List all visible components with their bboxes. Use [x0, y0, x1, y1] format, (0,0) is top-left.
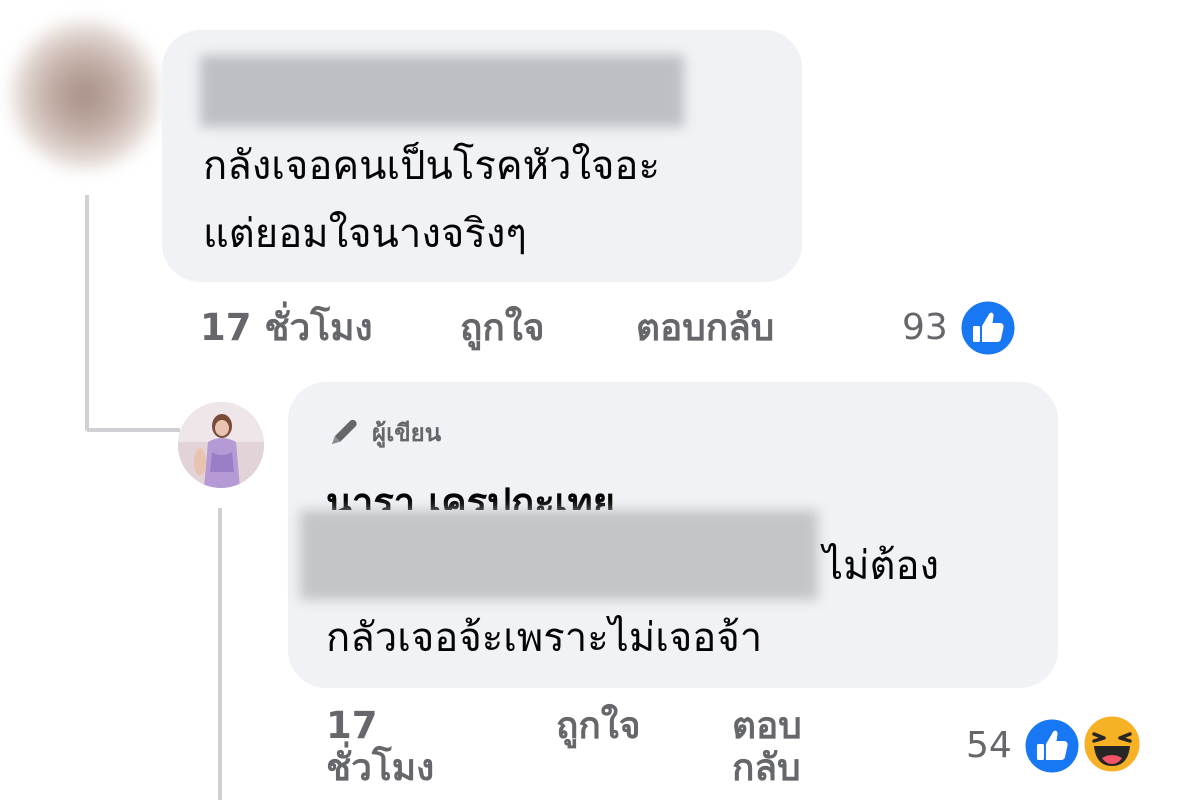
comment-text-line-2: แต่ยอมใจนางจริงๆ: [203, 211, 527, 257]
like-button[interactable]: ถูกใจ: [460, 304, 545, 352]
pen-icon: [332, 419, 357, 444]
like-icon: [1022, 716, 1082, 776]
reaction-count[interactable]: 93: [902, 304, 948, 352]
reply-timestamp-line-1[interactable]: 17: [326, 702, 378, 750]
avatar-blurred[interactable]: [10, 20, 160, 170]
reply-text-line-2: กลัวเจอจ้ะเพราะไม่เจอจ้า: [326, 615, 763, 661]
reply-like-button[interactable]: ถูกใจ: [556, 702, 641, 750]
author-avatar[interactable]: [178, 402, 264, 488]
reply-timestamp-line-2[interactable]: ชั่วโมง: [326, 744, 434, 792]
reply-button[interactable]: ตอบกลับ: [636, 304, 774, 352]
reply-author-name[interactable]: นารา เครปกะเทย: [326, 470, 615, 510]
haha-icon: [1080, 712, 1144, 776]
comment-text-line-1: กลังเจอคนเป็นโรคหัวใจอะ: [203, 143, 660, 189]
comment-timestamp[interactable]: 17 ชั่วโมง: [200, 304, 373, 352]
reply-reaction-count[interactable]: 54: [966, 722, 1012, 770]
reply-reply-button-line-2[interactable]: กลับ: [732, 744, 801, 792]
reply-thread-line: [218, 508, 222, 800]
thread-line-branch: [85, 428, 180, 432]
like-icon: [958, 298, 1018, 358]
author-badge: ผู้เขียน: [326, 408, 441, 456]
commenter-name-blurred[interactable]: [200, 55, 684, 127]
mentioned-name-blurred[interactable]: [300, 510, 818, 600]
reply-text-line-1: ไม่ต้อง: [823, 543, 940, 589]
comment-thread: กลังเจอคนเป็นโรคหัวใจอะ แต่ยอมใจนางจริงๆ…: [0, 0, 1200, 800]
reply-reply-button-line-1[interactable]: ตอบ: [732, 702, 802, 750]
thread-line: [85, 195, 89, 430]
author-badge-label: ผู้เขียน: [372, 418, 442, 447]
